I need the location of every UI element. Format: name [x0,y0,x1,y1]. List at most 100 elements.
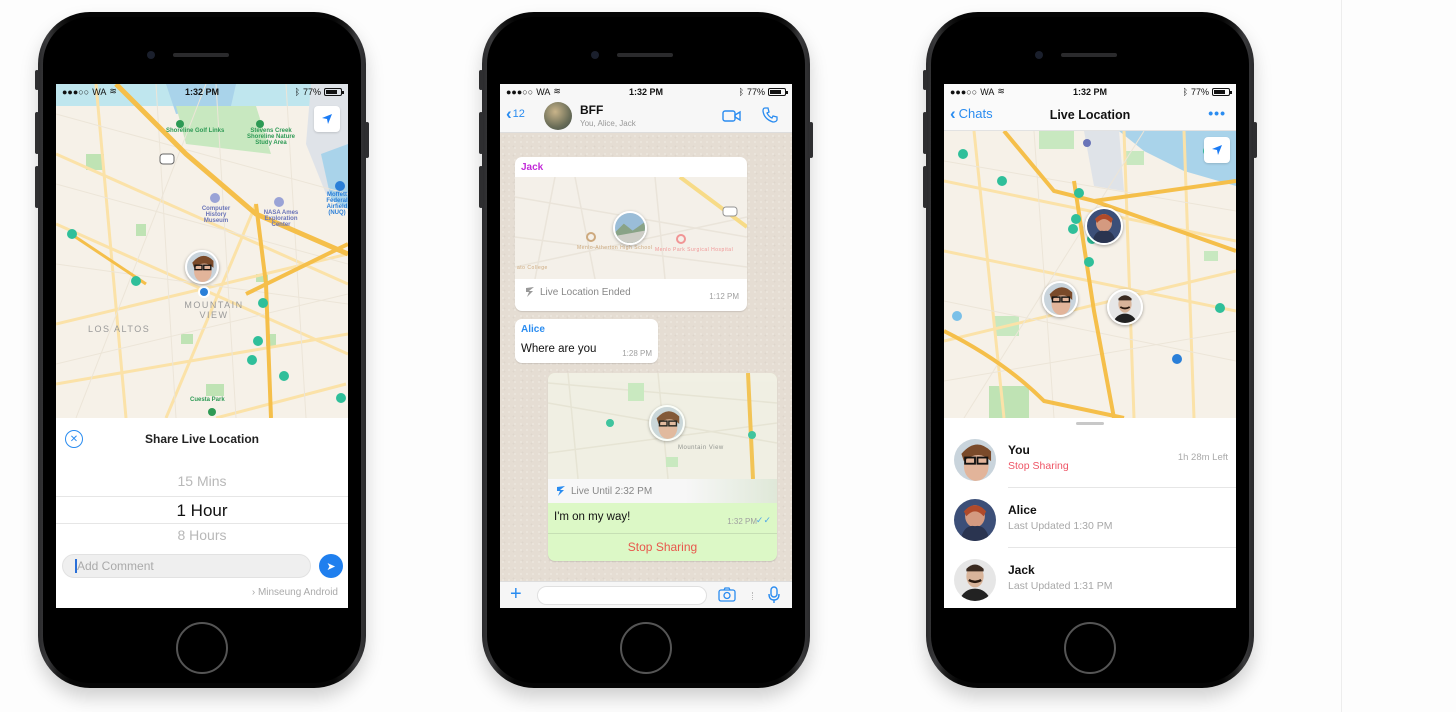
microphone-button[interactable] [768,586,780,608]
earpiece [1061,53,1117,57]
current-location-button[interactable] [314,106,340,132]
map-label-mountain-view: MOUNTAIN VIEW [184,300,244,320]
stop-sharing-button[interactable]: Stop Sharing [548,533,777,561]
sheet-footer: › Minseung Android [252,587,338,598]
map-label-hospital: Menlo Park Surgical Hospital [655,247,734,253]
more-options-button[interactable]: ••• [1208,105,1226,121]
screen: ●●●○○ WA ≋ 1:32 PM ᛒ 77% ‹ 12 BFF You, Alice… [500,84,792,608]
camera-button[interactable] [718,587,736,607]
status-time: 1:32 PM [184,86,220,97]
message-input-bar: + [500,581,792,608]
power-button [809,122,813,158]
volume-down-button [479,166,483,208]
alice-face-icon [1087,209,1121,243]
volume-up-button [923,112,927,154]
status-bar: ●●●○○ WA ≋ 1:32 PM ᛒ 77% [944,84,1236,99]
message-input[interactable] [537,586,707,605]
bluetooth-icon: ᛒ [294,86,300,97]
duration-option-15-mins[interactable]: 15 Mins [56,473,348,489]
wifi-icon: ≋ [109,86,117,96]
battery-icon [324,87,344,96]
message-jack-live-location[interactable]: Jack Menlo-Atherton High School Menlo Pa… [515,157,747,311]
my-location-map[interactable]: Mountain View [548,373,777,479]
earpiece [617,53,673,57]
alice-avatar-pin[interactable] [1085,207,1123,245]
power-button [365,122,369,158]
user-face-icon [954,439,996,481]
back-button[interactable]: ‹ 12 [506,105,525,122]
message-alice[interactable]: Alice Where are you 1:28 PM [515,319,658,363]
map-label-moffett: Moffett Federal Airfield (NUQ) [326,192,348,216]
signal-icon: ●●●○○ [950,86,978,97]
status-bar: ●●●○○ WA ≋ 1:32 PM ᛒ 77% [56,84,348,99]
live-location-map[interactable] [944,131,1236,418]
carrier: WA [92,86,107,97]
duration-option-1-hour[interactable]: 1 Hour [56,496,348,524]
bluetooth-icon: ᛒ [738,86,744,97]
map-label-shoreline: Shoreline Golf Links [166,128,225,134]
send-icon: ➤ [326,560,336,573]
group-name[interactable]: BFF [580,103,603,117]
jack-location-map[interactable]: Menlo-Atherton High School Menlo Park Su… [515,177,747,279]
mute-switch [479,70,483,90]
avatar [954,439,996,481]
battery-percent: 77% [302,86,321,97]
footer-text: Minseung Android [257,587,338,598]
message-time: 1:12 PM [709,292,739,301]
sheet-title: Share Live Location [144,432,260,446]
battery-percent: 77% [1190,86,1209,97]
front-camera [1035,51,1043,59]
stop-sharing-link[interactable]: Stop Sharing [1008,460,1069,472]
you-avatar-pin[interactable] [1042,281,1078,317]
home-button[interactable] [1064,622,1116,674]
mute-switch [35,70,39,90]
carrier: WA [980,86,995,97]
sheet-grabber[interactable] [1076,422,1104,425]
voice-call-button[interactable] [762,107,778,128]
live-location-icon [557,486,565,496]
map-view[interactable]: Shoreline Golf Links Stevens Creek Shore… [56,84,348,418]
participant-name: Jack [1008,563,1035,577]
add-comment-input[interactable]: Add Comment [62,554,311,578]
group-avatar[interactable] [544,102,572,130]
location-arrow-icon [322,114,332,124]
volume-down-button [923,166,927,208]
video-call-button[interactable] [722,109,742,128]
map-label-cuesta-park: Cuesta Park [190,397,225,403]
participant-alice[interactable]: Alice Last Updated 1:30 PM [944,488,1236,548]
bluetooth-icon: ᛒ [1182,86,1188,97]
home-button[interactable] [176,622,228,674]
map-label-mountain-view: Mountain View [678,445,724,451]
separator [752,592,754,600]
send-button[interactable]: ➤ [319,554,343,578]
jack-avatar-pin[interactable] [613,211,647,245]
share-live-location-sheet: ✕ Share Live Location 15 Mins 1 Hour 8 H… [56,418,348,608]
map-label-stevens-creek: Stevens Creek Shoreline Nature Study Are… [246,128,295,146]
status-bar: ●●●○○ WA ≋ 1:32 PM ᛒ 77% [500,84,792,99]
duration-option-8-hours[interactable]: 8 Hours [56,527,348,543]
my-avatar-pin[interactable] [649,405,685,441]
jack-avatar-pin[interactable] [1107,289,1143,325]
time-remaining: 1h 28m Left [1177,452,1228,463]
message-text: Where are you [521,343,597,355]
earpiece [173,53,229,57]
chat-messages[interactable]: Jack Menlo-Atherton High School Menlo Pa… [500,133,792,581]
volume-up-button [35,112,39,154]
participant-you[interactable]: You Stop Sharing 1h 28m Left [944,428,1236,488]
sender-name: Alice [521,324,545,335]
participant-jack[interactable]: Jack Last Updated 1:31 PM [944,548,1236,608]
user-avatar-pin[interactable] [185,250,219,284]
live-location-status: Live Location Ended [525,286,631,298]
current-location-button[interactable] [1204,137,1230,163]
status-time: 1:32 PM [1072,86,1108,97]
message-my-live-location[interactable]: Mountain View Live Until 2:32 PM I'm on … [548,373,777,561]
attach-button[interactable]: + [510,584,522,604]
alice-face-icon [954,499,996,541]
avatar [954,499,996,541]
front-camera [147,51,155,59]
user-face-icon [187,252,217,282]
volume-up-button [479,112,483,154]
home-button[interactable] [620,622,672,674]
battery-icon [1212,87,1232,96]
screen: ●●●○○ WA ≋ 1:32 PM ᛒ 77% ‹ Chats Live Locati… [944,84,1236,608]
